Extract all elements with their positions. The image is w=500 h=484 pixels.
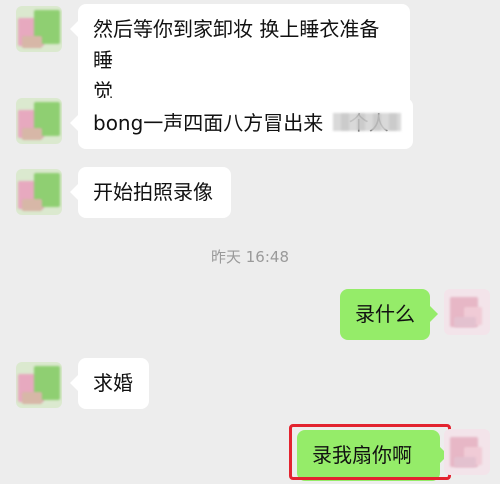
censor-blur <box>333 113 401 131</box>
my-avatar[interactable] <box>444 429 490 475</box>
message-timestamp: 昨天 16:48 <box>211 248 289 266</box>
message-bubble-incoming[interactable]: 开始拍照录像 <box>70 167 231 218</box>
contact-avatar[interactable] <box>16 6 62 52</box>
message-bubble-outgoing[interactable]: 录什么 <box>340 289 438 340</box>
contact-avatar[interactable] <box>16 362 62 408</box>
contact-avatar[interactable] <box>16 169 62 215</box>
highlight-box <box>289 424 451 480</box>
chat-window: 然后等你到家卸妆 换上睡衣准备睡 觉 bong一声四面八方冒出来 个人 开始拍照… <box>0 0 500 484</box>
message-bubble-incoming[interactable]: 求婚 <box>70 358 149 409</box>
my-avatar[interactable] <box>444 289 490 335</box>
contact-avatar[interactable] <box>16 98 62 144</box>
